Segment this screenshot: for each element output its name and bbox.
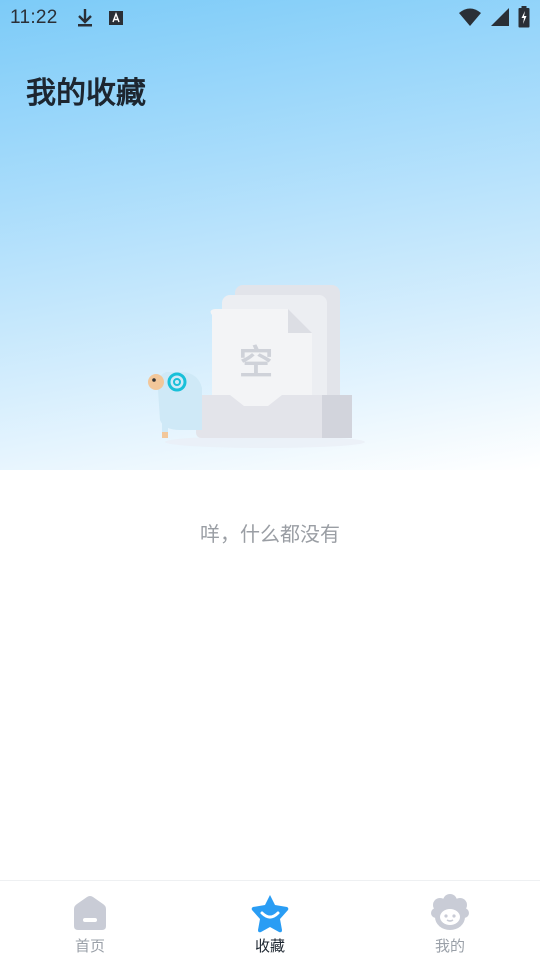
empty-state-illustration: 空: [148, 285, 365, 448]
status-time: 11:22: [10, 7, 58, 28]
profile-sheep-icon: [431, 894, 469, 930]
tab-home[interactable]: 首页: [0, 881, 180, 960]
empty-state-message: 咩，什么都没有: [200, 522, 340, 546]
bottom-tab-bar: 首页 收藏 我的: [0, 880, 540, 960]
download-icon: [77, 9, 92, 27]
tab-favorites-label: 收藏: [254, 937, 285, 955]
tab-favorites[interactable]: 收藏: [180, 881, 360, 960]
home-icon: [74, 896, 106, 930]
signal-icon: [491, 8, 509, 26]
status-left-icons: [76, 8, 124, 28]
page-title: 我的收藏: [26, 76, 146, 111]
status-right-icons: [458, 6, 530, 28]
tab-profile-label: 我的: [434, 937, 465, 955]
tab-profile[interactable]: 我的: [360, 881, 540, 960]
battery-charging-icon: [518, 6, 530, 28]
keyboard-a-icon: [108, 11, 123, 25]
tab-home-label: 首页: [74, 937, 105, 955]
status-bar: 11:22: [0, 0, 540, 36]
star-icon: [251, 895, 289, 933]
empty-doc-text: 空: [239, 343, 273, 383]
wifi-icon: [459, 8, 481, 26]
